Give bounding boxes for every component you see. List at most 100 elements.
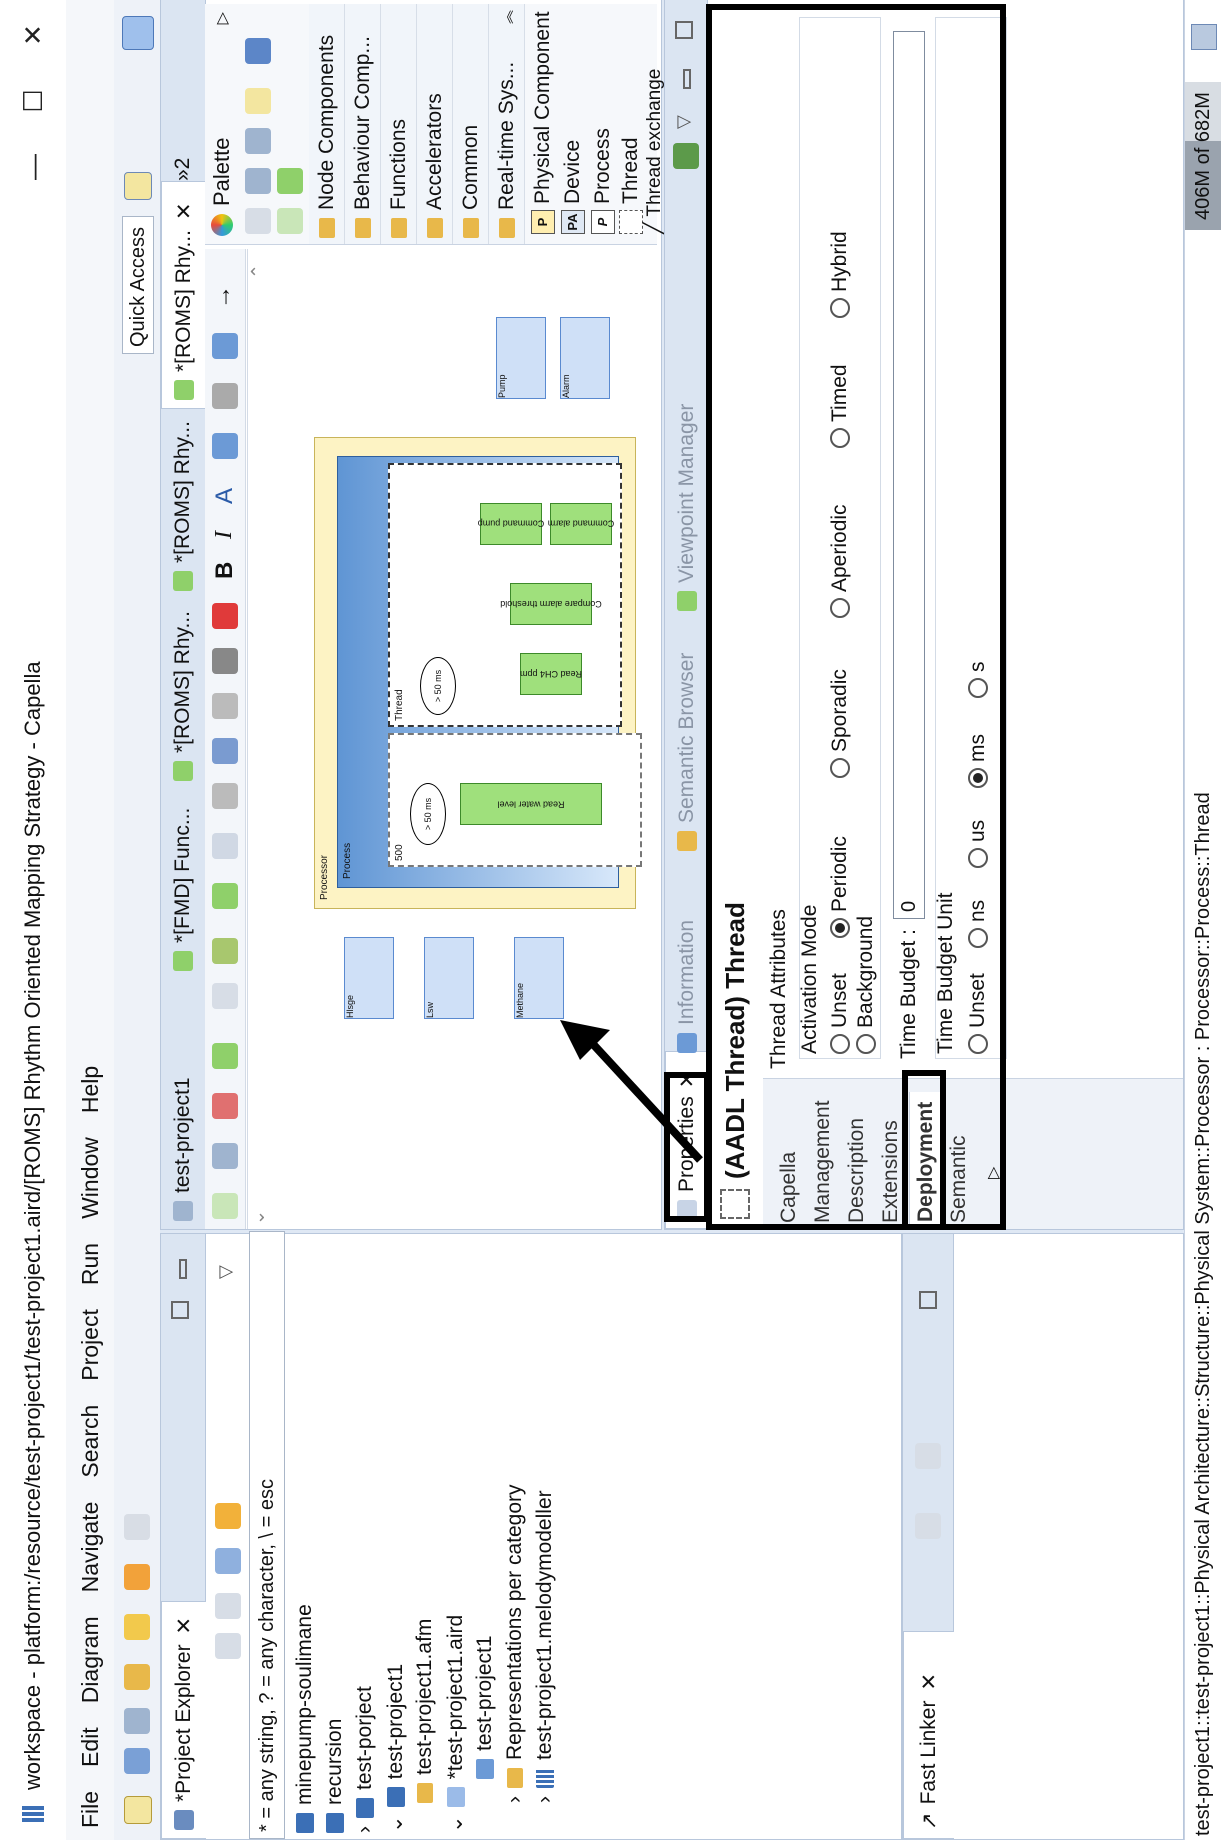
expand-icon[interactable]: › bbox=[503, 1796, 527, 1803]
mode-timed-radio[interactable]: Timed bbox=[828, 364, 852, 448]
forward-icon[interactable] bbox=[215, 1593, 241, 1619]
thread-box[interactable]: 500 > 50 ms Read water level bbox=[388, 733, 642, 867]
zoom-icon[interactable] bbox=[212, 833, 238, 859]
processor-box[interactable]: Processor Process 500 > 50 ms Read water… bbox=[314, 437, 642, 909]
maximize-view-icon[interactable] bbox=[171, 1301, 189, 1319]
back-icon[interactable] bbox=[215, 1633, 241, 1659]
collapse-icon[interactable]: ⌄ bbox=[383, 1815, 408, 1833]
palette-category[interactable]: Common bbox=[453, 4, 489, 244]
tree-item[interactable]: › test-porject bbox=[353, 1686, 377, 1833]
link-editor-icon[interactable] bbox=[215, 1503, 241, 1529]
capella-perspective-icon[interactable] bbox=[122, 16, 154, 50]
palette-tool-process[interactable]: P Process bbox=[591, 128, 615, 234]
tab-semantic-browser[interactable]: Semantic Browser bbox=[665, 613, 709, 859]
menu-window[interactable]: Window bbox=[77, 1137, 104, 1219]
pin-icon[interactable] bbox=[212, 938, 238, 964]
external-box[interactable]: Pump bbox=[496, 317, 546, 399]
minimize-button[interactable]: — bbox=[0, 134, 66, 200]
menu-diagram[interactable]: Diagram bbox=[77, 1616, 104, 1703]
pencil-icon[interactable] bbox=[124, 1614, 150, 1640]
mode-aperiodic-radio[interactable]: Aperiodic bbox=[828, 504, 852, 618]
side-tab-management[interactable]: Management bbox=[807, 1093, 839, 1229]
palette-tool-thread-exchange[interactable]: ╱ Thread exchange bbox=[643, 69, 666, 234]
close-icon[interactable]: ✕ bbox=[172, 202, 197, 220]
minimize-view-icon[interactable] bbox=[179, 1259, 187, 1279]
close-button[interactable]: ✕ bbox=[0, 2, 66, 68]
menu-navigate[interactable]: Navigate bbox=[77, 1502, 104, 1593]
delete-from-diagram-icon[interactable] bbox=[212, 648, 238, 674]
menu-help[interactable]: Help bbox=[77, 1066, 104, 1113]
palette-category[interactable]: Behaviour Comp... bbox=[345, 4, 381, 244]
mode-sporadic-radio[interactable]: Sporadic bbox=[828, 669, 852, 778]
close-icon[interactable]: ✕ bbox=[172, 1617, 197, 1635]
delete-icon[interactable] bbox=[915, 1513, 941, 1539]
side-tab-description[interactable]: Description bbox=[841, 1093, 873, 1229]
quick-access-field[interactable]: Quick Access bbox=[122, 216, 154, 354]
tab-roms-2[interactable]: *[ROMS] Rhy... bbox=[161, 403, 205, 599]
marquee-icon[interactable] bbox=[277, 208, 303, 234]
tree-item[interactable]: › Representations per category bbox=[503, 1485, 527, 1804]
tab-test-project1[interactable]: test-project1 bbox=[161, 973, 205, 1229]
side-tab-capella[interactable]: Capella bbox=[773, 1093, 805, 1229]
font-color-icon[interactable]: A bbox=[211, 488, 239, 504]
menu-project[interactable]: Project bbox=[77, 1309, 104, 1381]
expand-icon[interactable]: › bbox=[533, 1796, 557, 1803]
tree-item[interactable]: › test-project1.melodymodeller bbox=[533, 1490, 557, 1803]
pin-tool-icon[interactable] bbox=[277, 168, 303, 194]
function-box[interactable]: Compare alarm threshold bbox=[500, 583, 602, 625]
mode-hybrid-radio[interactable]: Hybrid bbox=[828, 231, 852, 318]
line-color-icon[interactable] bbox=[212, 383, 238, 409]
tab-roms-1[interactable]: *[ROMS] Rhy... bbox=[161, 593, 205, 789]
minimize-view-icon[interactable] bbox=[683, 69, 691, 89]
open-perspective-icon[interactable] bbox=[124, 172, 152, 200]
tree-item[interactable]: test-project1 bbox=[473, 1635, 497, 1779]
unit-s-radio[interactable]: s bbox=[966, 662, 990, 698]
hide-icon[interactable] bbox=[212, 783, 238, 809]
link-icon[interactable] bbox=[915, 1443, 941, 1469]
function-box[interactable]: Command alarm bbox=[548, 503, 614, 545]
zoom-in-icon[interactable] bbox=[245, 168, 271, 194]
thread-box-selected[interactable]: Thread > 50 ms Read CH4 ppm Compare alar… bbox=[388, 463, 622, 727]
time-budget-input[interactable]: 0 bbox=[893, 31, 925, 919]
arrow-up-icon[interactable] bbox=[124, 1514, 150, 1540]
select-tool-icon[interactable] bbox=[245, 208, 271, 234]
palette-category[interactable]: Functions bbox=[381, 4, 417, 244]
fill-color-icon[interactable] bbox=[212, 433, 238, 459]
zoom-out-icon[interactable] bbox=[245, 128, 271, 154]
external-box[interactable]: Lsw bbox=[424, 937, 474, 1019]
refresh-icon[interactable] bbox=[212, 983, 238, 1009]
arrange-icon[interactable] bbox=[212, 883, 238, 909]
scroll-right-icon[interactable]: ⌃ bbox=[248, 264, 269, 279]
label-icon[interactable] bbox=[212, 693, 238, 719]
tab-viewpoint-manager[interactable]: Viewpoint Manager bbox=[665, 353, 709, 619]
palette-category-open[interactable]: Real-time Sys... ︽ bbox=[489, 4, 525, 244]
function-box[interactable]: Command pump bbox=[478, 503, 544, 545]
collapse-all-icon[interactable] bbox=[215, 1548, 241, 1574]
garbage-collect-icon[interactable] bbox=[1191, 24, 1217, 50]
unit-us-radio[interactable]: us bbox=[966, 820, 990, 868]
tree-item[interactable]: recursion bbox=[323, 1719, 347, 1833]
external-box[interactable]: Alarm bbox=[560, 317, 610, 399]
delete-from-model-icon[interactable] bbox=[212, 603, 238, 629]
maximize-view-icon[interactable] bbox=[919, 1291, 937, 1309]
collapse-icon[interactable]: ︽ bbox=[497, 10, 517, 24]
unit-unset-radio[interactable]: Unset bbox=[966, 973, 990, 1054]
palette-tool-device[interactable]: PA Device bbox=[561, 140, 585, 234]
memory-indicator[interactable]: 406M of 682M bbox=[1185, 82, 1221, 230]
folder-icon[interactable] bbox=[124, 1664, 150, 1690]
tab-fmd[interactable]: *[FMD] Func... bbox=[161, 783, 205, 979]
side-tab-semantic[interactable]: Semantic bbox=[943, 1093, 975, 1229]
menu-run[interactable]: Run bbox=[77, 1243, 104, 1285]
tab-project-explorer[interactable]: *Project Explorer ✕ bbox=[161, 1601, 206, 1839]
note-icon[interactable] bbox=[245, 88, 271, 114]
arrow-style-icon[interactable]: → bbox=[209, 285, 237, 309]
line-style-icon[interactable] bbox=[212, 333, 238, 359]
hide-label-icon[interactable] bbox=[212, 738, 238, 764]
tab-roms-active[interactable]: *[ROMS] Rhy... ✕ bbox=[161, 181, 206, 409]
new-icon[interactable] bbox=[124, 1796, 152, 1824]
view-menu-icon[interactable]: ▽ bbox=[215, 1265, 236, 1279]
tree-item[interactable]: test-project1.afm bbox=[413, 1619, 437, 1803]
function-box[interactable]: Read CH4 ppm bbox=[520, 653, 582, 695]
collapse-palette-icon[interactable]: ▷ bbox=[212, 12, 232, 24]
bold-icon[interactable]: B bbox=[211, 562, 239, 579]
